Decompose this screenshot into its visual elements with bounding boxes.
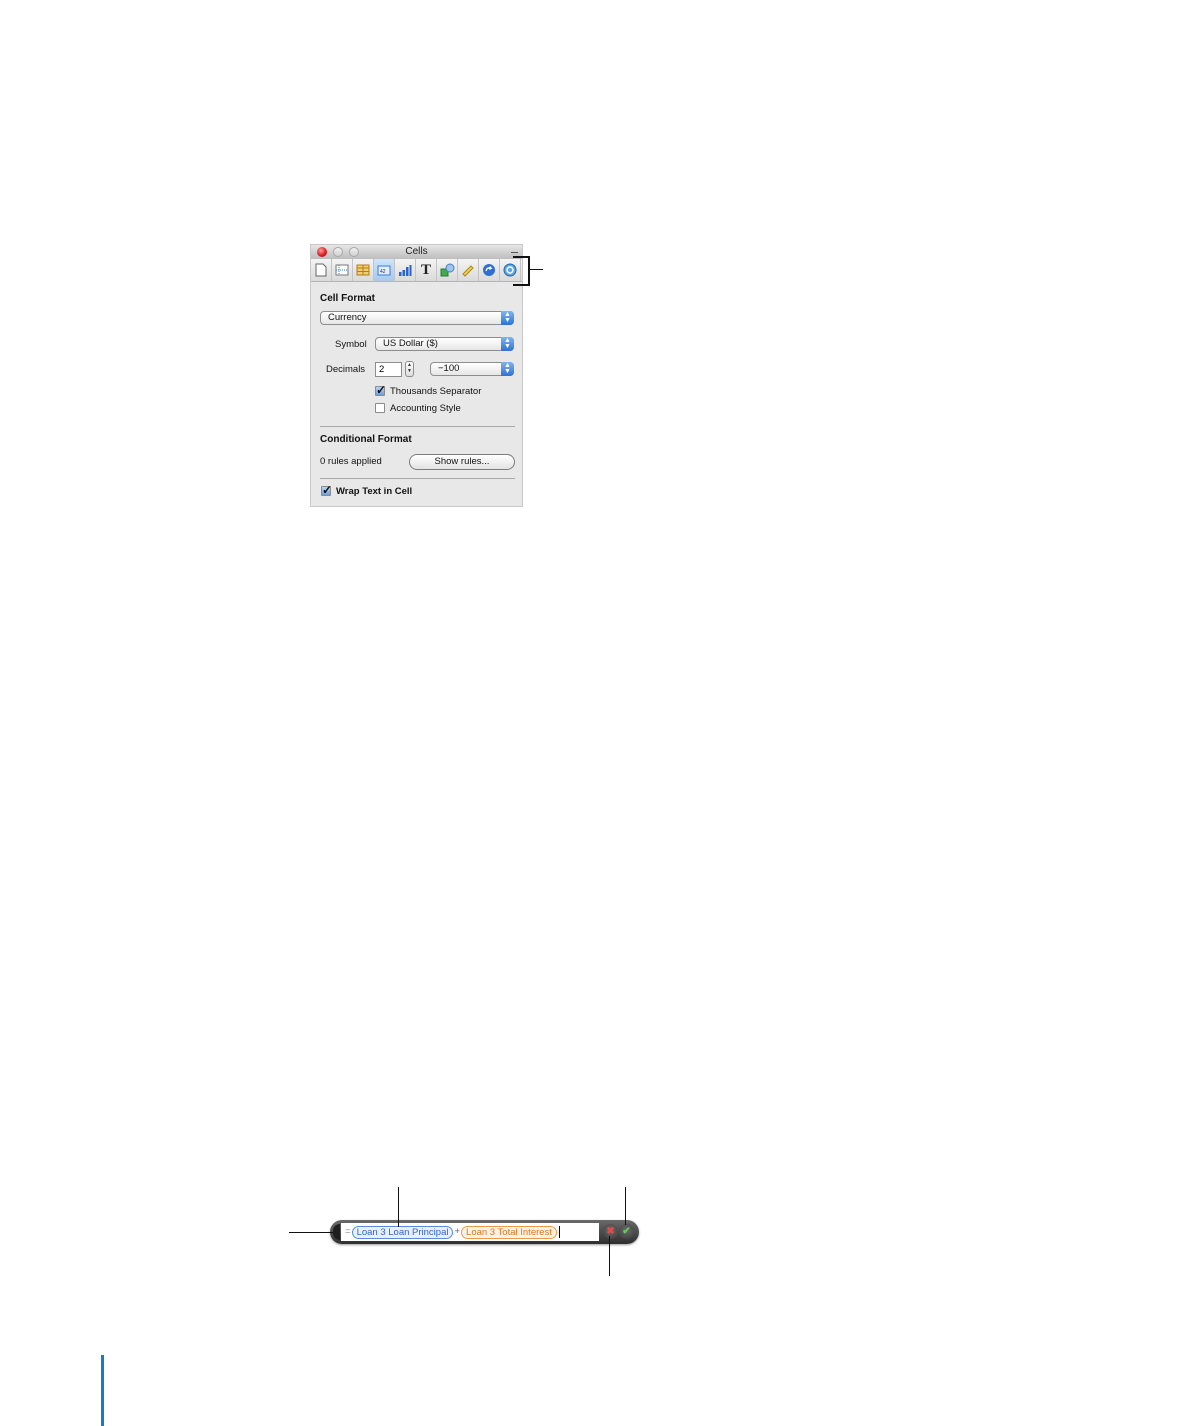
title-bar[interactable]: Cells: [311, 245, 522, 259]
chart-inspector-button[interactable]: [395, 259, 416, 281]
callout-bracket-side: [528, 256, 530, 286]
sheet-inspector-button[interactable]: [353, 259, 374, 281]
accounting-style-checkbox[interactable]: [375, 403, 385, 413]
callout-line-cancel: [609, 1236, 610, 1276]
symbol-popup[interactable]: US Dollar ($) ▲ ▼: [375, 337, 514, 351]
cell-format-icon: 42: [377, 265, 391, 275]
divider: [320, 426, 515, 427]
cell-format-heading: Cell Format: [320, 293, 376, 304]
wrap-text-label: Wrap Text in Cell: [336, 486, 413, 497]
callout-bracket-top: [513, 256, 529, 258]
callout-line-accept: [625, 1187, 626, 1225]
grid-icon: [356, 264, 370, 276]
window-title: Cells: [405, 246, 428, 257]
decimals-stepper[interactable]: ▲ ▼: [405, 361, 414, 377]
thousands-separator-label: Thousands Separator: [390, 386, 482, 397]
equals-sign: =: [345, 1226, 351, 1237]
quicktime-icon: [503, 263, 517, 277]
text-icon: T: [420, 261, 431, 278]
operator: +: [454, 1226, 461, 1237]
callout-line-handle: [289, 1232, 333, 1233]
checkmark-icon: ✓: [376, 383, 387, 397]
popup-arrows-icon: ▲ ▼: [501, 337, 514, 351]
inspector-toolbar: 42 T: [311, 259, 522, 282]
callout-line-token: [398, 1187, 399, 1227]
decimals-label: Decimals: [326, 364, 366, 375]
negative-format-popup[interactable]: −100 ▲ ▼: [430, 362, 514, 376]
text-cursor: [558, 1226, 560, 1238]
page-margin-bar: [101, 1355, 104, 1426]
cell-reference-token[interactable]: Loan 3 Loan Principal: [351, 1225, 454, 1239]
shapes-icon: [440, 263, 454, 277]
negative-format-value: −100: [438, 363, 460, 374]
cell-format-popup[interactable]: Currency ▲ ▼: [320, 311, 514, 325]
link-arrow-icon: [483, 264, 495, 276]
divider: [320, 478, 515, 479]
conditional-format-heading: Conditional Format: [320, 434, 412, 445]
symbol-value: US Dollar ($): [383, 338, 438, 349]
popup-arrows-icon: ▲ ▼: [501, 311, 514, 325]
cell-format-value: Currency: [328, 312, 367, 323]
accounting-style-label: Accounting Style: [390, 403, 461, 414]
popup-arrows-icon: ▲ ▼: [501, 362, 514, 376]
callout-line: [529, 269, 543, 270]
table-inspector-button[interactable]: [332, 259, 353, 281]
callout-bracket-bottom: [513, 284, 529, 286]
symbol-label: Symbol: [335, 339, 367, 350]
bar-chart-icon: [399, 264, 412, 276]
x-icon: ✖: [606, 1226, 615, 1237]
rules-applied-status: 0 rules applied: [320, 456, 382, 467]
document-inspector-button[interactable]: [311, 259, 332, 281]
ruler-icon: [462, 265, 474, 277]
accept-formula-button[interactable]: ✔: [619, 1224, 634, 1239]
show-rules-button[interactable]: Show rules...: [409, 454, 515, 470]
cancel-formula-button[interactable]: ✖: [603, 1224, 618, 1239]
cells-inspector-button[interactable]: 42: [374, 259, 395, 281]
cells-inspector-window: Cells 42 T Cell Format Currency ▲ ▼ Symb…: [310, 244, 523, 507]
thousands-separator-checkbox[interactable]: ✓: [375, 383, 387, 397]
formula-editor[interactable]: = Loan 3 Loan Principal + Loan 3 Total I…: [330, 1220, 639, 1244]
checkmark-icon: ✔: [622, 1226, 631, 1237]
table-icon: [335, 264, 349, 276]
collapse-icon[interactable]: [511, 252, 518, 253]
document-icon: [315, 263, 327, 277]
svg-text:42: 42: [380, 269, 386, 275]
quicktime-inspector-button[interactable]: [500, 259, 521, 281]
graphic-inspector-button[interactable]: [437, 259, 458, 281]
decimals-field[interactable]: 2: [375, 362, 402, 377]
text-inspector-button[interactable]: T: [416, 259, 437, 281]
checkmark-icon: ✓: [322, 483, 333, 497]
drag-handle[interactable]: [333, 1224, 340, 1240]
hyperlink-inspector-button[interactable]: [479, 259, 500, 281]
metrics-inspector-button[interactable]: [458, 259, 479, 281]
cell-reference-token[interactable]: Loan 3 Total Interest: [461, 1225, 557, 1239]
formula-text-field[interactable]: = Loan 3 Loan Principal + Loan 3 Total I…: [341, 1223, 599, 1241]
wrap-text-checkbox[interactable]: ✓: [321, 483, 333, 497]
